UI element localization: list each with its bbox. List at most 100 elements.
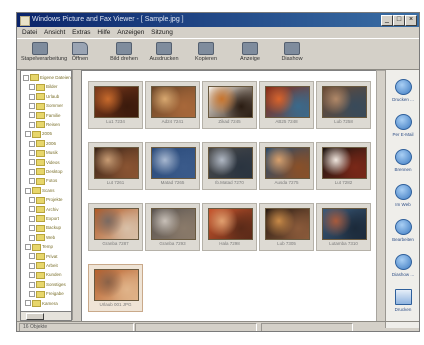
title-bar[interactable]: Windows Picture and Fax Viewer - [ Sampl… [17, 13, 419, 27]
thumbnail-image [208, 208, 253, 240]
expand-icon[interactable] [25, 300, 31, 307]
expand-icon[interactable] [29, 140, 35, 147]
open-button[interactable]: Öffnen [61, 41, 99, 67]
thumbnail-tile[interactable]: Zikad 7245 [202, 81, 257, 129]
folder-icon [36, 281, 45, 289]
tree-horizontal-scrollbar[interactable] [20, 311, 72, 321]
expand-icon[interactable] [29, 178, 35, 185]
close-button[interactable]: × [405, 15, 417, 26]
tree-item[interactable]: Videos [29, 158, 60, 166]
tree-item[interactable]: Bilder [29, 83, 58, 91]
slideshow-button[interactable]: Diashow [273, 41, 311, 67]
tree-item[interactable]: Projekte [29, 196, 63, 204]
expand-icon[interactable] [29, 103, 35, 109]
expand-icon[interactable] [29, 112, 35, 119]
tree-item[interactable]: Musik [29, 149, 58, 157]
expand-icon[interactable] [29, 281, 35, 288]
maximize-button[interactable]: □ [393, 15, 405, 26]
tree-item[interactable]: Kunden [29, 271, 62, 279]
expand-icon[interactable] [29, 215, 35, 222]
menu-help[interactable]: Hilfe [97, 29, 110, 36]
menu-show[interactable]: Anzeigen [117, 29, 144, 36]
tree-item[interactable]: Export [29, 215, 59, 223]
expand-icon[interactable] [29, 253, 35, 260]
view-button[interactable]: Anzeige [231, 41, 269, 67]
thumbnail-tile[interactable]: Lutamba 7310 [316, 203, 371, 251]
expand-icon[interactable] [29, 93, 35, 100]
action-label: Im Web [395, 202, 411, 207]
tree-item[interactable]: Backup [29, 224, 61, 232]
thumbnail-tile[interactable]: Lub 7305 [259, 203, 314, 251]
tree-item[interactable]: Familie [29, 111, 61, 119]
action-print[interactable]: Drucken ... [386, 76, 419, 108]
expand-icon[interactable] [29, 121, 35, 128]
expand-icon[interactable] [29, 225, 35, 232]
minimize-button[interactable]: _ [381, 15, 393, 26]
thumbnail-tile[interactable]: Ausda 7275 [259, 142, 314, 190]
tree-item[interactable]: Eigene Dateien [23, 74, 71, 82]
menu-file[interactable]: Datei [22, 29, 37, 36]
print-button[interactable]: Ausdrucken [145, 41, 183, 67]
thumbnail-tile[interactable]: Lut 7282 [316, 142, 371, 190]
expand-icon[interactable] [29, 262, 35, 269]
action-slideshow[interactable]: Diashow ... [386, 251, 419, 283]
thumbnail-tile[interactable]: Ad24 7241 [145, 81, 200, 129]
expand-icon[interactable] [29, 159, 35, 166]
thumbnail-tile[interactable]: Matad 7265 [145, 142, 200, 190]
expand-icon[interactable] [29, 150, 35, 156]
tree-item[interactable]: Temp [25, 243, 53, 251]
action-edit[interactable]: Bearbeiten [386, 216, 419, 248]
tree-item[interactable]: Privat [29, 252, 58, 260]
thumbnail-tile[interactable]: Lu1 7234 [88, 81, 143, 129]
tree-item[interactable]: 2006 [29, 140, 56, 148]
tree-item[interactable]: Sommer [29, 102, 63, 110]
thumbnail-tile[interactable]: Urlaub 001 JPG [88, 264, 143, 312]
action-email[interactable]: Per E-Mail [386, 111, 419, 143]
tree-item[interactable]: Kamera [25, 299, 58, 307]
expand-icon[interactable] [29, 206, 35, 213]
tree-item[interactable]: Archiv [29, 205, 59, 213]
copy-button[interactable]: Kopieren [187, 41, 225, 67]
thumbnail-tile[interactable]: Lut 7261 [88, 142, 143, 190]
window-title: Windows Picture and Fax Viewer - [ Sampl… [32, 16, 184, 23]
action-label: Bearbeiten [392, 237, 414, 242]
tree-item[interactable]: Urlaub [29, 93, 59, 101]
tree-item[interactable]: Web [29, 234, 55, 242]
expand-icon[interactable] [29, 84, 35, 91]
tree-scroll-thumb[interactable] [26, 313, 44, 320]
thumbnail-tile[interactable]: Hala 7298 [202, 203, 257, 251]
rotate-button[interactable]: Bild drehen [105, 41, 143, 67]
thumbnail-tile[interactable]: Granba 7287 [88, 203, 143, 251]
expand-icon[interactable] [29, 234, 35, 241]
action-print[interactable]: Drucken [386, 286, 419, 318]
expand-icon[interactable] [25, 187, 31, 194]
menu-session[interactable]: Sitzung [151, 29, 173, 36]
thumbnail-tile[interactable]: AB25 7248 [259, 81, 314, 129]
thumbnail-tile[interactable]: Lub 7258 [316, 81, 371, 129]
tree-item[interactable]: Sonstiges [29, 281, 66, 289]
tree-item[interactable]: 2005 [25, 130, 52, 138]
batch-button[interactable]: Stapelverarbeitung [21, 41, 67, 67]
thumbnail-image [322, 208, 367, 240]
tree-item[interactable]: Arbeit [29, 262, 58, 270]
thumbnail-tile[interactable]: Ib.Matad 7270 [202, 142, 257, 190]
expand-icon[interactable] [29, 197, 35, 203]
menu-tools[interactable]: Extras [72, 29, 90, 36]
tree-item[interactable]: Reisen [29, 121, 60, 129]
expand-icon[interactable] [23, 74, 29, 81]
thumbnail-caption: Urlaub 001 JPG [99, 302, 132, 307]
expand-icon[interactable] [29, 291, 35, 297]
tree-item[interactable]: Fotos [29, 177, 57, 185]
thumbnail-tile[interactable]: Granba 7293 [145, 203, 200, 251]
action-web[interactable]: Im Web [386, 181, 419, 213]
folder-tree[interactable]: Eigene Dateien Bilder Urlaub Sommer Familie R… [20, 70, 72, 312]
expand-icon[interactable] [29, 272, 35, 279]
action-burn[interactable]: Brennen [386, 146, 419, 178]
expand-icon[interactable] [25, 244, 31, 250]
menu-view[interactable]: Ansicht [44, 29, 65, 36]
tree-item[interactable]: Freigabe [29, 290, 64, 298]
tree-item[interactable]: Scans [25, 187, 55, 195]
expand-icon[interactable] [29, 168, 35, 175]
tree-item[interactable]: Desktop [29, 168, 63, 176]
expand-icon[interactable] [25, 131, 31, 138]
